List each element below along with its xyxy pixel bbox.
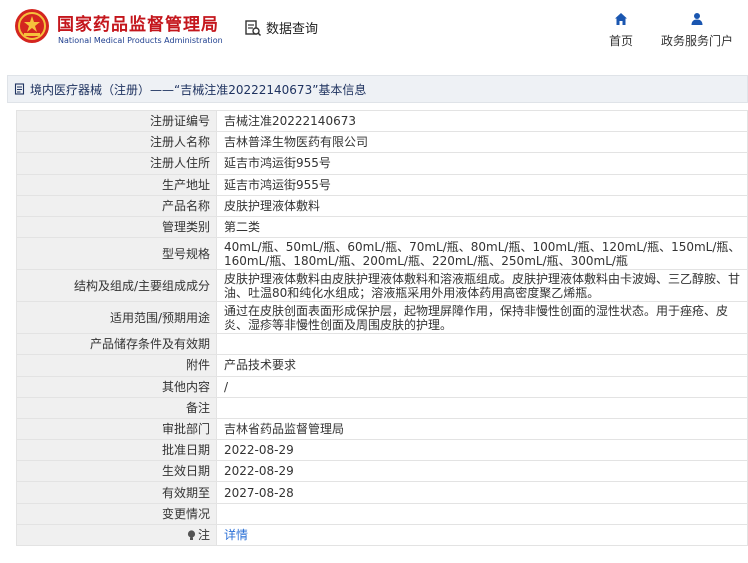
home-icon (615, 13, 627, 25)
field-label: 其他内容 (16, 375, 217, 398)
field-value (216, 396, 748, 419)
details-link[interactable]: 详情 (224, 528, 248, 542)
field-value: 皮肤护理液体敷料由皮肤护理液体敷料和溶液瓶组成。皮肤护理液体敷料由卡波姆、三乙醇… (216, 269, 748, 303)
data-query-link[interactable]: 数据查询 (244, 18, 318, 37)
note-row: 注 详情 (16, 523, 748, 547)
field-value: 吉械注准20222140673 (216, 109, 748, 133)
nav-home[interactable]: 首页 (605, 12, 637, 49)
site-header: 国家药品监督管理局 National Medical Products Admi… (0, 0, 748, 62)
table-row: 生产地址 延吉市鸿运街955号 (16, 173, 748, 196)
field-value: 2022-08-29 (216, 460, 748, 483)
table-row: 审批部门 吉林省药品监督管理局 (16, 417, 748, 441)
field-label: 管理类别 (16, 215, 217, 239)
brand-title-cn: 国家药品监督管理局 (57, 15, 219, 35)
field-value: 2022-08-29 (216, 439, 748, 462)
field-value (216, 333, 748, 356)
table-row: 有效期至 2027-08-28 (16, 481, 748, 504)
field-label: 产品名称 (16, 194, 217, 217)
breadcrumb-text: 境内医疗器械（注册）——“吉械注准20222140673”基本信息 (30, 82, 367, 97)
note-value-cell: 详情 (216, 523, 748, 547)
registration-info-table: 注册证编号 吉械注准20222140673 注册人名称 吉林普泽生物医药有限公司… (16, 109, 748, 547)
table-row: 注册人住所 延吉市鸿运街955号 (16, 152, 748, 175)
national-emblem-icon (15, 9, 49, 43)
table-row: 产品储存条件及有效期 (16, 333, 748, 356)
breadcrumb: 境内医疗器械（注册）——“吉械注准20222140673”基本信息 (7, 75, 748, 103)
table-row: 型号规格 40mL/瓶、50mL/瓶、60mL/瓶、70mL/瓶、80mL/瓶、… (16, 237, 748, 271)
field-value: 通过在皮肤创面表面形成保护层，起物理屏障作用，保持非慢性创面的湿性状态。用于痤疮… (216, 301, 748, 335)
field-value: 40mL/瓶、50mL/瓶、60mL/瓶、70mL/瓶、80mL/瓶、100mL… (216, 237, 748, 271)
field-label: 结构及组成/主要组成成分 (16, 269, 217, 303)
nav-government-portal[interactable]: 政务服务门户 (657, 12, 737, 49)
field-value: 延吉市鸿运街955号 (216, 173, 748, 196)
table-row: 其他内容 / (16, 375, 748, 398)
nav-home-label: 首页 (608, 34, 633, 48)
field-value (216, 502, 748, 525)
data-query-label: 数据查询 (266, 22, 319, 37)
table-row: 产品名称 皮肤护理液体敷料 (16, 194, 748, 217)
table-row: 管理类别 第二类 (16, 215, 748, 239)
field-label: 备注 (16, 396, 217, 419)
field-value: 吉林普泽生物医药有限公司 (216, 131, 748, 154)
field-value: 皮肤护理液体敷料 (216, 194, 748, 217)
note-label-cell: 注 (16, 523, 217, 547)
field-value: / (216, 375, 748, 398)
field-label: 注册证编号 (16, 109, 217, 133)
table-row: 结构及组成/主要组成成分 皮肤护理液体敷料由皮肤护理液体敷料和溶液瓶组成。皮肤护… (16, 269, 748, 303)
lightbulb-icon (187, 530, 196, 540)
field-label: 型号规格 (16, 237, 217, 271)
note-label: 注 (197, 527, 210, 542)
field-label: 有效期至 (16, 481, 217, 504)
document-icon (14, 83, 25, 95)
field-value: 产品技术要求 (216, 354, 748, 377)
field-value: 2027-08-28 (216, 481, 748, 504)
field-label: 生产地址 (16, 173, 217, 196)
table-row: 生效日期 2022-08-29 (16, 460, 748, 483)
field-label: 审批部门 (16, 417, 217, 441)
user-icon (691, 13, 703, 25)
field-label: 注册人名称 (16, 131, 217, 154)
table-row: 备注 (16, 396, 748, 419)
field-label: 批准日期 (16, 439, 217, 462)
table-row: 批准日期 2022-08-29 (16, 439, 748, 462)
table-row: 适用范围/预期用途 通过在皮肤创面表面形成保护层，起物理屏障作用，保持非慢性创面… (16, 301, 748, 335)
table-row: 注册证编号 吉械注准20222140673 (16, 109, 748, 133)
field-label: 注册人住所 (16, 152, 217, 175)
field-label: 附件 (16, 354, 217, 377)
field-label: 产品储存条件及有效期 (16, 333, 217, 356)
field-label: 适用范围/预期用途 (16, 301, 217, 335)
table-row: 附件 产品技术要求 (16, 354, 748, 377)
field-label: 变更情况 (16, 502, 217, 525)
field-value: 延吉市鸿运街955号 (216, 152, 748, 175)
table-row: 变更情况 (16, 502, 748, 525)
nav-portal-label: 政务服务门户 (660, 34, 733, 48)
table-row: 注册人名称 吉林普泽生物医药有限公司 (16, 131, 748, 154)
field-value: 吉林省药品监督管理局 (216, 417, 748, 441)
field-value: 第二类 (216, 215, 748, 239)
field-label: 生效日期 (16, 460, 217, 483)
brand-title-en: National Medical Products Administration (58, 36, 223, 45)
document-search-icon (245, 19, 262, 36)
